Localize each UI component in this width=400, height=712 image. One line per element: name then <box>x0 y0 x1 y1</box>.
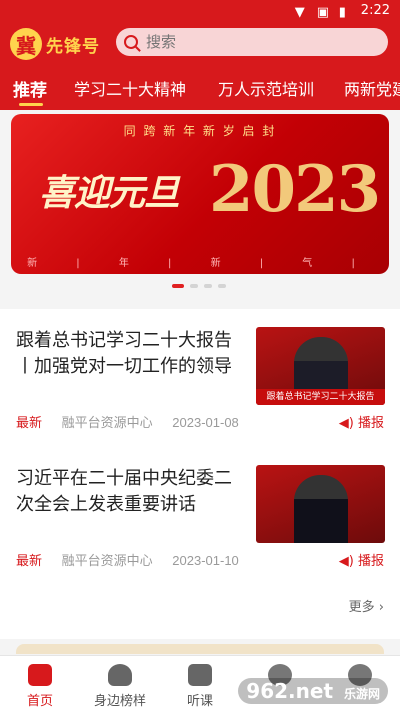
wifi-icon: ▼ <box>294 4 305 20</box>
carousel-dot[interactable] <box>172 284 184 288</box>
banner-strip: 新 | 年 | 新 | 气 | 象 <box>27 258 373 269</box>
news-source: 融平台资源中心 <box>61 553 153 568</box>
nav-home[interactable]: 首页 <box>0 664 80 709</box>
award-icon <box>108 664 132 686</box>
next-card <box>16 644 384 654</box>
home-icon <box>28 664 52 686</box>
watermark: 962.net 乐游网 <box>238 678 388 704</box>
carousel-dot[interactable] <box>190 284 198 288</box>
tab-training[interactable]: 万人示范培训 <box>218 76 314 100</box>
clock: 2:22 <box>360 3 390 18</box>
search-icon <box>124 35 138 49</box>
tab-recommend[interactable]: 推荐 <box>13 76 47 101</box>
board-icon <box>188 664 212 686</box>
search-bar[interactable] <box>116 28 388 56</box>
news-date: 2023-01-08 <box>172 415 239 430</box>
more-link[interactable]: 更多 › <box>349 596 384 615</box>
carousel-dot[interactable] <box>218 284 226 288</box>
news-tag: 最新 <box>16 553 43 568</box>
news-thumbnail[interactable] <box>256 465 385 543</box>
nav-role-models[interactable]: 身边榜样 <box>80 664 160 709</box>
news-title[interactable]: 跟着总书记学习二十大报告丨加强党对一切工作的领导 <box>16 327 244 379</box>
logo-text: 先锋号 <box>46 36 100 57</box>
app-logo: 冀 先锋号 <box>10 28 100 60</box>
news-title[interactable]: 习近平在二十届中央纪委二次全会上发表重要讲话 <box>16 465 244 517</box>
channel-tabs: 推荐 学习二十大精神 万人示范培训 两新党建 <box>0 72 400 108</box>
news-feed: 跟着总书记学习二十大报告丨加强党对一切工作的领导 跟着总书记学习二十大报告 最新… <box>0 309 400 639</box>
play-broadcast-button[interactable]: ◀) 播报 <box>339 550 384 569</box>
carousel-dot[interactable] <box>204 284 212 288</box>
play-broadcast-button[interactable]: ◀) 播报 <box>339 412 384 431</box>
carousel-dots <box>172 284 226 288</box>
banner-title: 喜迎元旦 <box>39 172 180 214</box>
nav-courses[interactable]: 听课 <box>160 664 240 709</box>
signal-icon: ▣ <box>316 4 330 20</box>
logo-seal: 冀 <box>10 28 42 60</box>
banner-caption: 同 跨 新 年 新 岁 启 封 <box>123 124 277 138</box>
status-bar: ▼ ▣ ▮ 2:22 <box>0 0 400 22</box>
thumbnail-caption: 跟着总书记学习二十大报告 <box>256 389 385 405</box>
search-input[interactable] <box>144 32 368 52</box>
banner-carousel[interactable]: 同 跨 新 年 新 岁 启 封 喜迎元旦 2023 新 | 年 | 新 | 气 … <box>11 114 389 274</box>
news-tag: 最新 <box>16 415 43 430</box>
speaker-figure <box>294 475 348 543</box>
speaker-icon: ◀) <box>338 554 354 569</box>
news-source: 融平台资源中心 <box>61 415 153 430</box>
battery-icon: ▮ <box>338 4 346 20</box>
speaker-icon: ◀) <box>338 416 354 431</box>
tab-study-20th[interactable]: 学习二十大精神 <box>74 76 186 100</box>
news-meta: 最新 融平台资源中心 2023-01-10 <box>16 550 239 569</box>
tab-two-new[interactable]: 两新党建 <box>344 76 400 100</box>
news-date: 2023-01-10 <box>172 553 239 568</box>
active-tab-indicator <box>19 103 43 106</box>
bottom-navigation: 首页 身边榜样 听课 962.net 乐游网 <box>0 655 400 712</box>
banner-year: 2023 <box>209 152 381 227</box>
news-thumbnail[interactable]: 跟着总书记学习二十大报告 <box>256 327 385 405</box>
news-meta: 最新 融平台资源中心 2023-01-08 <box>16 412 239 431</box>
